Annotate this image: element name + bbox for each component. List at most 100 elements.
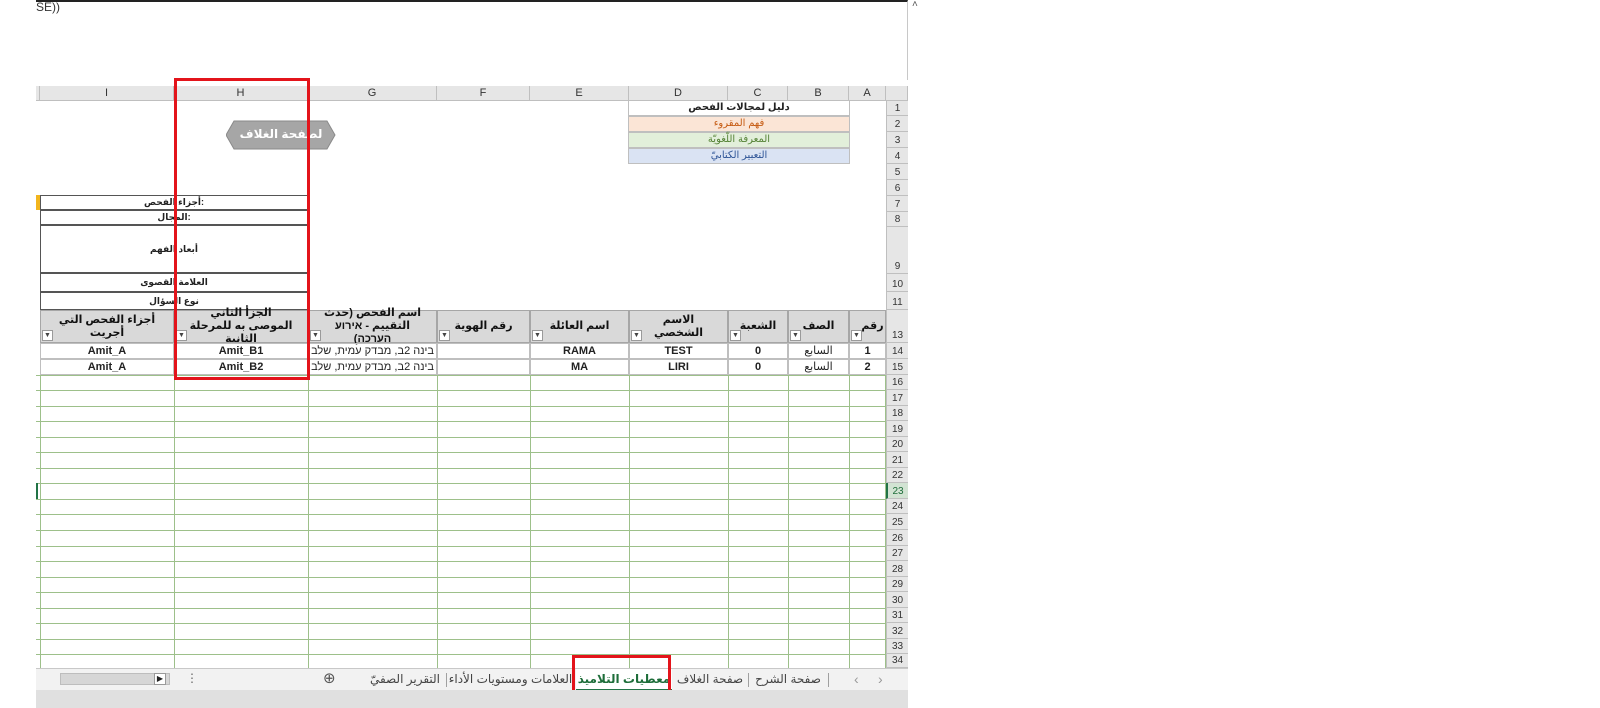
gridline [629,375,630,668]
highlight-column-h [174,78,310,380]
column-header-a[interactable]: A [849,86,886,101]
tab-separator [828,673,829,687]
column-header-e[interactable]: E [530,86,629,101]
filter-dropdown-icon[interactable]: ▼ [310,330,321,341]
next-sheet-icon[interactable]: › [878,671,883,687]
row-header[interactable]: 21 [886,452,908,468]
row-header[interactable]: 14 [886,343,908,359]
formula-bar[interactable] [36,0,908,80]
row-header[interactable]: 8 [886,212,908,227]
row-header[interactable]: 32 [886,623,908,639]
spreadsheet-grid[interactable]: I H G F E D C B A 1 2 3 4 5 6 7 8 9 10 1… [36,86,908,668]
filter-dropdown-icon[interactable]: ▼ [631,330,642,341]
row-header[interactable]: 20 [886,437,908,452]
filter-dropdown-icon[interactable]: ▼ [851,330,862,341]
row-header-active[interactable]: 23 [886,483,908,499]
row-header[interactable]: 27 [886,546,908,561]
row-header[interactable]: 22 [886,468,908,483]
row-header[interactable]: 33 [886,639,908,654]
column-header-g[interactable]: G [308,86,437,101]
column-header-d[interactable]: D [629,86,728,101]
row-header[interactable]: 1 [886,101,908,116]
gridline [36,623,886,624]
prev-sheet-icon[interactable]: ‹ [854,671,859,687]
gridline [36,608,886,609]
row-header[interactable]: 2 [886,116,908,132]
cell-family-name[interactable]: MA [530,359,629,375]
tab-explanation[interactable]: صفحة الشرح [750,669,826,691]
row-header[interactable]: 28 [886,561,908,577]
select-all-corner[interactable] [886,86,908,101]
column-header-i[interactable]: I [40,86,174,101]
row-header[interactable]: 10 [886,274,908,292]
cell-exam-parts[interactable]: Amit_A [40,343,174,359]
gridline [36,390,886,391]
row-header[interactable]: 19 [886,421,908,437]
filter-dropdown-icon[interactable]: ▼ [42,330,53,341]
cell-grade[interactable]: السابع [788,359,849,375]
cell-exam-parts[interactable]: Amit_A [40,359,174,375]
gridline [174,375,175,668]
gridline [36,421,886,422]
filter-dropdown-icon[interactable]: ▼ [730,330,741,341]
row-header[interactable]: 5 [886,164,908,180]
header-exam-name: اسم الفحص (حدث التقييم - אירוע הערכה) [308,307,437,345]
row-header[interactable]: 3 [886,132,908,148]
header-family-name: اسم العائلة [530,310,629,343]
cell-grade[interactable]: السابع [788,343,849,359]
column-header-f[interactable]: F [437,86,530,101]
gridline [885,375,886,668]
gridline [530,375,531,668]
gridline [728,375,729,668]
cell-first-name[interactable]: LIRI [629,359,728,375]
cell-exam-name[interactable]: בינה 2ב, מבדק עמית, שלב [308,359,437,375]
cell-section[interactable]: 0 [728,359,788,375]
filter-dropdown-icon[interactable]: ▼ [790,330,801,341]
row-header[interactable]: 9 [886,227,908,274]
tab-cover-page[interactable]: صفحة الغلاف [674,669,746,691]
sheet-tab-bar: ▶ ⋮ ⊕ التقرير الصفيّ العلامات ومستويات ا… [36,668,908,691]
row-header[interactable]: 16 [886,375,908,390]
add-sheet-icon[interactable]: ⊕ [323,669,336,687]
gridline [36,437,886,438]
gridline [40,375,41,668]
cell-id-number[interactable] [437,343,530,359]
row-header[interactable]: 6 [886,180,908,196]
filter-dropdown-icon[interactable]: ▼ [439,330,450,341]
row-header[interactable]: 34 [886,654,908,668]
cell-number[interactable]: 1 [849,343,886,359]
cell-id-number[interactable] [437,359,530,375]
cell-first-name[interactable]: TEST [629,343,728,359]
row-header[interactable]: 30 [886,592,908,608]
row-header[interactable]: 13 [886,310,908,343]
legend-title: دليل لمجالات الفحص [628,100,850,116]
row-header[interactable]: 18 [886,406,908,421]
row-header[interactable]: 24 [886,499,908,514]
tab-grades-performance[interactable]: العلامات ومستويات الأداء [448,669,573,691]
row-header[interactable]: 7 [886,196,908,212]
row-header[interactable]: 15 [886,359,908,375]
header-id-number: رقم الهوية [437,310,530,343]
gridline [36,499,886,500]
formula-text: SE)) [36,0,60,14]
gridline [36,514,886,515]
cell-section[interactable]: 0 [728,343,788,359]
active-cell-marker [36,483,38,499]
row-header[interactable]: 31 [886,608,908,623]
collapse-formula-icon[interactable]: ˄ [912,0,918,10]
row-header[interactable]: 29 [886,577,908,592]
column-header-b[interactable]: B [788,86,849,101]
cell-family-name[interactable]: RAMA [530,343,629,359]
row-header[interactable]: 26 [886,530,908,546]
row-header[interactable]: 17 [886,390,908,406]
tab-class-report[interactable]: التقرير الصفيّ [366,669,444,691]
row-header[interactable]: 25 [886,514,908,530]
cell-number[interactable]: 2 [849,359,886,375]
row-header[interactable]: 11 [886,292,908,310]
scroll-right-icon[interactable]: ▶ [154,673,166,685]
cell-exam-name[interactable]: בינה 2ב, מבדק עמית, שלב [308,343,437,359]
more-options-icon[interactable]: ⋮ [186,671,198,685]
row-header[interactable]: 4 [886,148,908,164]
filter-dropdown-icon[interactable]: ▼ [532,330,543,341]
column-header-c[interactable]: C [728,86,788,101]
